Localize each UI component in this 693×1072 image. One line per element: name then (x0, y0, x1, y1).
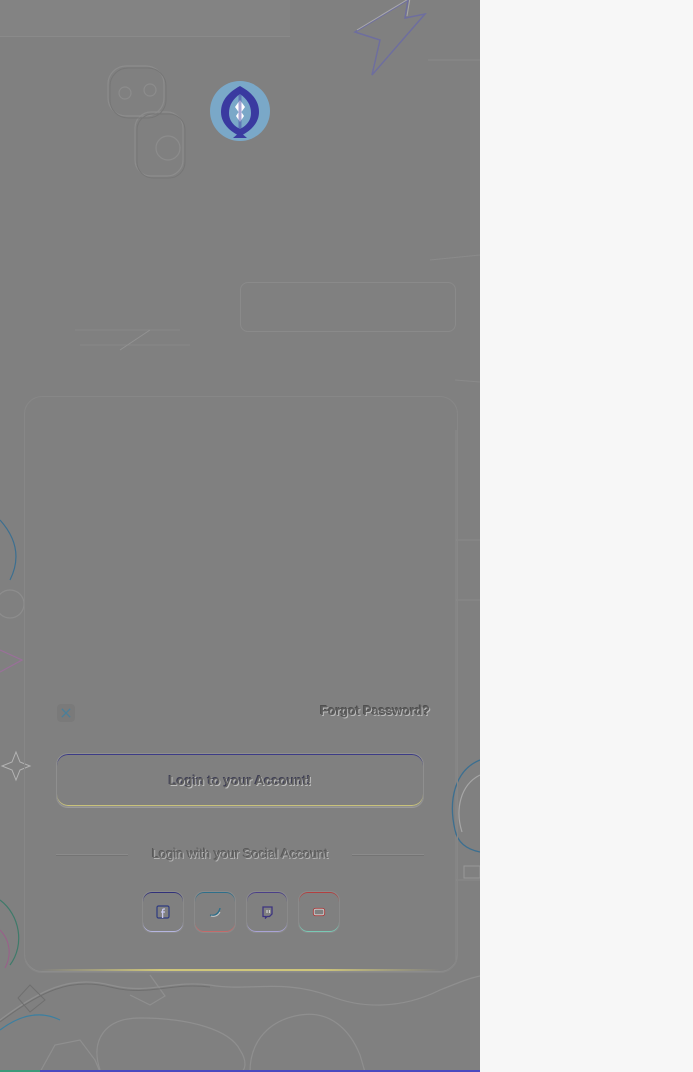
card-accent-line (40, 969, 440, 971)
twitch-icon (262, 906, 273, 919)
login-card (24, 396, 458, 973)
check-icon (61, 708, 71, 718)
login-button[interactable]: Login to your Account! (56, 753, 424, 807)
faded-tab (240, 282, 456, 332)
app-logo (209, 80, 271, 142)
divider-line-right (352, 854, 424, 855)
brand-wordmark-ghost: ​ (40, 185, 440, 243)
facebook-login-button[interactable] (142, 891, 184, 933)
top-bar (0, 0, 290, 37)
divider-line-left (56, 854, 128, 855)
social-login-divider: Login with your Social Account (151, 846, 329, 861)
youtube-login-button[interactable] (298, 891, 340, 933)
twitter-login-button[interactable] (194, 891, 236, 933)
blank-right-pane (480, 0, 693, 1072)
twitch-login-button[interactable] (246, 891, 288, 933)
forgot-password-link[interactable]: Forgot Password? (320, 704, 430, 718)
youtube-icon (312, 907, 326, 917)
login-screen: ​ Forgot Password? Login to your Account… (0, 0, 480, 1072)
remember-me-checkbox[interactable] (57, 704, 75, 722)
twitter-icon (209, 907, 221, 917)
facebook-icon (156, 905, 170, 919)
faded-heading (160, 438, 320, 460)
